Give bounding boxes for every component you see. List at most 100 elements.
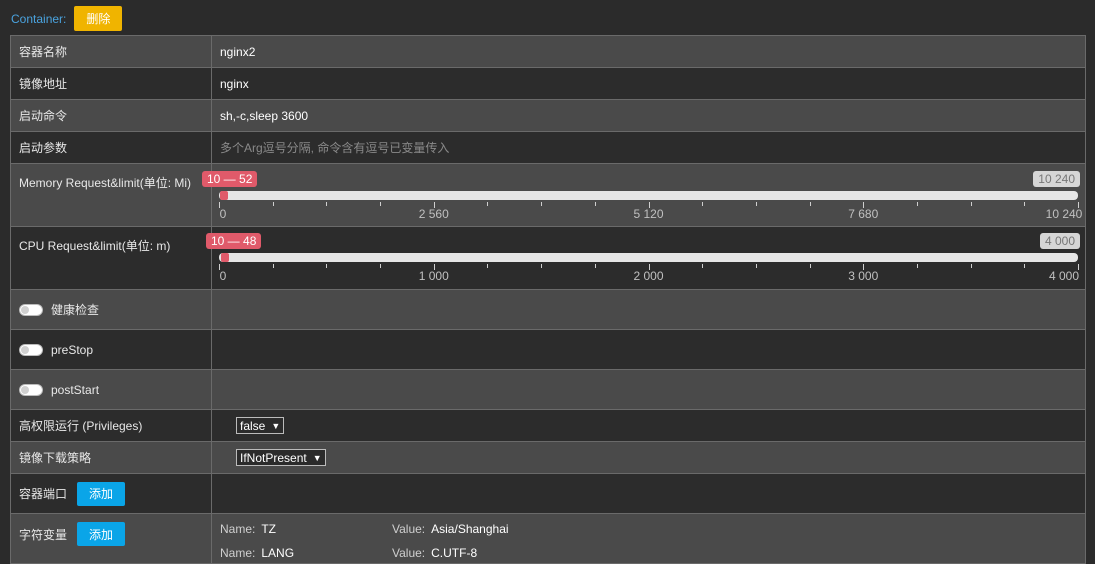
pull-policy-selected-value: IfNotPresent xyxy=(240,450,307,465)
env-value-key: Value: xyxy=(392,522,426,536)
env-label: 字符变量 xyxy=(19,527,68,542)
slider-tick xyxy=(809,264,811,268)
container-name-input[interactable]: nginx2 xyxy=(211,35,1086,68)
pull-policy-label: 镜像下载策略 xyxy=(10,441,212,474)
privileges-selected-value: false xyxy=(240,418,266,433)
env-value-value[interactable]: C.UTF-8 xyxy=(431,546,477,560)
row-memory: Memory Request&limit(单位: Mi) 10 — 52 10 … xyxy=(10,163,1086,227)
cpu-range-slider[interactable]: 10 — 48 4 000 0 1 000 2 000 3 000 4 000 xyxy=(206,227,1085,289)
slider-tick xyxy=(380,264,382,268)
args-input[interactable]: 多个Arg逗号分隔, 命令含有逗号已变量传入 xyxy=(211,131,1086,164)
command-label: 启动命令 xyxy=(10,99,212,132)
slider-tick xyxy=(702,202,704,206)
slider-tick-label: 2 560 xyxy=(418,207,449,221)
row-health-check: 健康检查 xyxy=(10,289,1086,330)
env-list: Name: TZ Value: Asia/Shanghai Name: LANG… xyxy=(211,513,1086,564)
row-cpu: CPU Request&limit(单位: m) 10 — 48 4 000 0… xyxy=(10,226,1086,290)
privileges-cell: false ▼ xyxy=(211,409,1086,442)
privileges-label: 高权限运行 (Privileges) xyxy=(10,409,212,442)
chevron-down-icon: ▼ xyxy=(312,452,322,463)
container-name-value: nginx2 xyxy=(220,44,256,59)
env-item: Name: TZ Value: Asia/Shanghai xyxy=(220,522,509,536)
poststart-label-cell: postStart xyxy=(10,369,212,410)
slider-tick xyxy=(755,202,757,206)
env-label-cell: 字符变量 添加 xyxy=(10,513,212,564)
slider-tick xyxy=(702,264,704,268)
slider-tick xyxy=(272,264,274,268)
row-prestop: preStop xyxy=(10,329,1086,370)
prestop-label-cell: preStop xyxy=(10,329,212,370)
slider-tick xyxy=(380,202,382,206)
chevron-down-icon: ▼ xyxy=(271,420,281,431)
slider-tick xyxy=(594,264,596,268)
poststart-toggle[interactable] xyxy=(19,383,43,396)
pull-policy-cell: IfNotPresent ▼ xyxy=(211,441,1086,474)
env-name-key: Name: xyxy=(220,522,256,536)
memory-selected-fill[interactable] xyxy=(219,191,228,200)
env-value-key: Value: xyxy=(392,546,426,560)
container-name-label: 容器名称 xyxy=(10,35,212,68)
slider-tick xyxy=(541,264,543,268)
health-check-toggle[interactable] xyxy=(19,303,43,316)
prestop-toggle[interactable] xyxy=(19,343,43,356)
row-pull-policy: 镜像下载策略 IfNotPresent ▼ xyxy=(10,441,1086,474)
row-env: 字符变量 添加 Name: TZ Value: Asia/Shanghai Na… xyxy=(10,513,1086,564)
privileges-select[interactable]: false ▼ xyxy=(236,417,285,434)
prestop-content xyxy=(211,329,1086,370)
image-value: nginx xyxy=(220,76,249,91)
row-privileges: 高权限运行 (Privileges) false ▼ xyxy=(10,409,1086,442)
slider-tick-label: 5 120 xyxy=(633,207,664,221)
cpu-selected-fill[interactable] xyxy=(221,253,230,262)
env-name-value[interactable]: LANG xyxy=(261,546,294,560)
poststart-content xyxy=(211,369,1086,410)
slider-tick xyxy=(970,264,972,268)
container-header: Container: 删除 xyxy=(11,6,123,31)
env-name-value[interactable]: TZ xyxy=(261,522,276,536)
poststart-label: postStart xyxy=(51,382,100,397)
slider-tick-label: 3 000 xyxy=(848,269,879,283)
slider-tick xyxy=(326,202,328,206)
row-ports: 容器端口 添加 xyxy=(10,473,1086,514)
add-env-button[interactable]: 添加 xyxy=(77,522,126,546)
ports-label-cell: 容器端口 添加 xyxy=(10,473,212,514)
slider-tick-label: 7 680 xyxy=(848,207,879,221)
env-item: Name: LANG Value: C.UTF-8 xyxy=(220,546,477,560)
slider-tick xyxy=(1024,264,1026,268)
cpu-track[interactable] xyxy=(219,253,1078,262)
env-value-value[interactable]: Asia/Shanghai xyxy=(431,522,508,536)
memory-slider-cell: 10 — 52 10 240 0 2 560 5 120 7 680 10 240 xyxy=(202,163,1086,227)
slider-tick xyxy=(970,202,972,206)
slider-tick xyxy=(594,202,596,206)
slider-tick xyxy=(487,202,489,206)
slider-tick xyxy=(916,202,918,206)
row-poststart: postStart xyxy=(10,369,1086,410)
cpu-selected-range: 10 — 48 xyxy=(206,233,262,249)
slider-tick-label: 4 000 xyxy=(1048,269,1080,283)
args-label: 启动参数 xyxy=(10,131,212,164)
memory-range-slider[interactable]: 10 — 52 10 240 0 2 560 5 120 7 680 10 240 xyxy=(202,164,1085,226)
pull-policy-select[interactable]: IfNotPresent ▼ xyxy=(236,449,326,466)
memory-track[interactable] xyxy=(219,191,1078,200)
cpu-slider-cell: 10 — 48 4 000 0 1 000 2 000 3 000 4 000 xyxy=(206,226,1086,290)
command-input[interactable]: sh,-c,sleep 3600 xyxy=(211,99,1086,132)
health-check-label-cell: 健康检查 xyxy=(10,289,212,330)
memory-max-label: 10 240 xyxy=(1033,171,1080,187)
row-command: 启动命令 sh,-c,sleep 3600 xyxy=(10,99,1086,132)
slider-tick-label: 0 xyxy=(219,269,227,283)
add-port-button[interactable]: 添加 xyxy=(77,481,126,506)
row-image: 镜像地址 nginx xyxy=(10,67,1086,100)
container-form: 容器名称 nginx2 镜像地址 nginx 启动命令 sh,-c,sleep … xyxy=(10,35,1086,564)
delete-container-button[interactable]: 删除 xyxy=(74,6,123,31)
ports-label: 容器端口 xyxy=(19,487,68,501)
health-check-label: 健康检查 xyxy=(51,303,100,317)
slider-tick xyxy=(326,264,328,268)
slider-tick-label: 0 xyxy=(219,207,227,221)
slider-tick xyxy=(272,202,274,206)
image-input[interactable]: nginx xyxy=(211,67,1086,100)
env-name-key: Name: xyxy=(220,546,256,560)
args-placeholder: 多个Arg逗号分隔, 命令含有逗号已变量传入 xyxy=(220,141,450,155)
memory-label: Memory Request&limit(单位: Mi) xyxy=(10,163,212,227)
cpu-label: CPU Request&limit(单位: m) xyxy=(10,226,212,290)
slider-tick-label: 1 000 xyxy=(418,269,449,283)
slider-tick xyxy=(1024,202,1026,206)
